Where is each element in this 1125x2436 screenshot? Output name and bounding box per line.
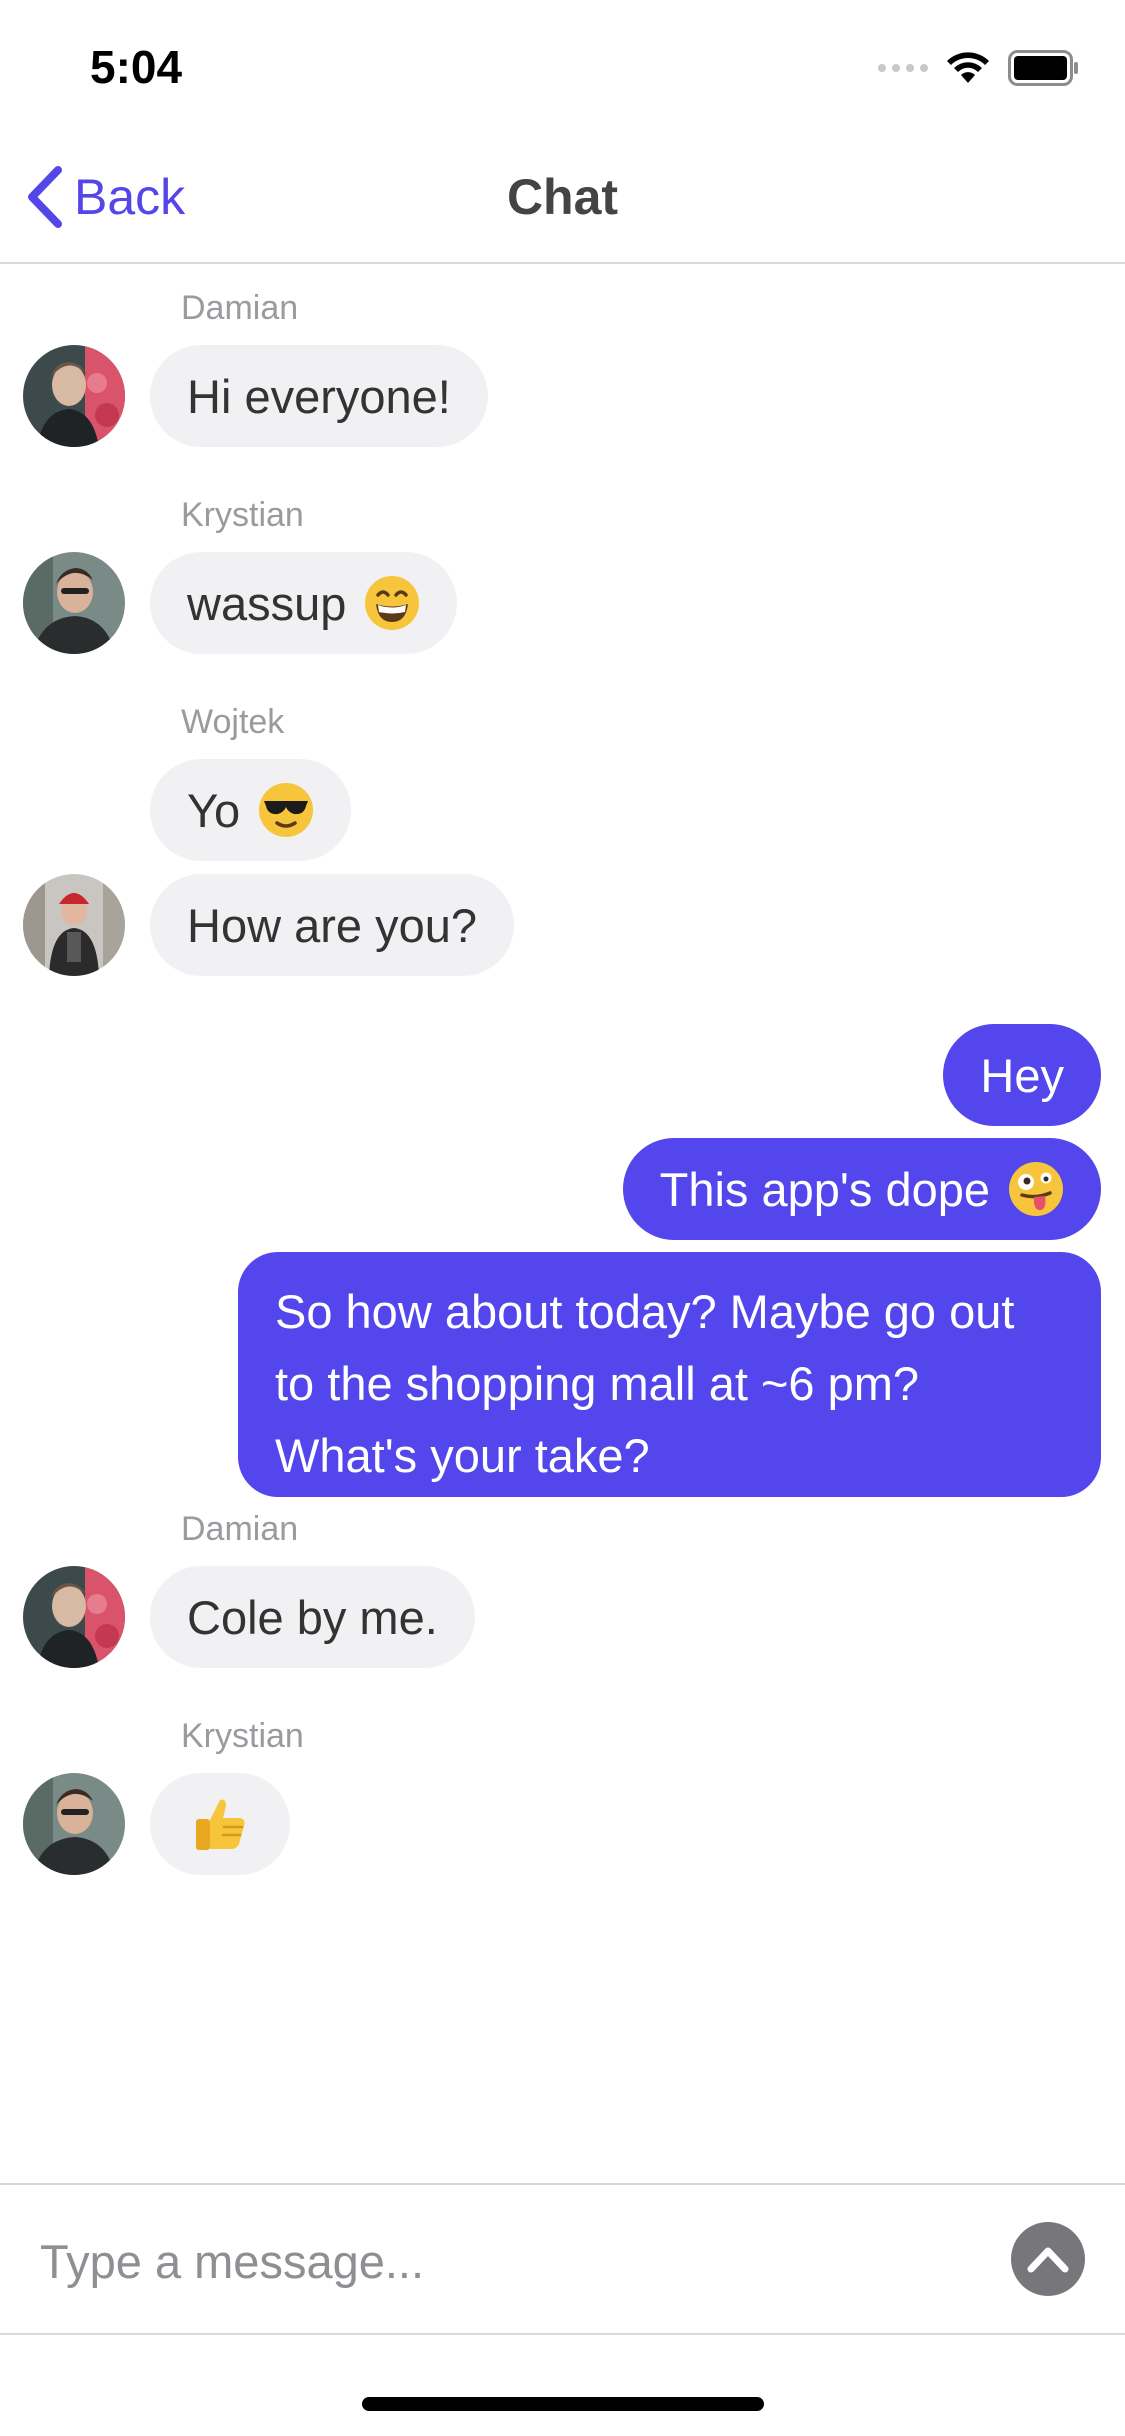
message-bubble-outgoing[interactable]: Hey bbox=[943, 1024, 1101, 1126]
message-text: Yo bbox=[187, 783, 241, 837]
message-text: Hi everyone! bbox=[187, 369, 451, 423]
message-text: How are you? bbox=[187, 898, 477, 952]
home-indicator bbox=[362, 2397, 764, 2411]
sender-name: Krystian bbox=[181, 496, 304, 534]
message-input[interactable] bbox=[38, 2215, 942, 2307]
battery-icon bbox=[1008, 50, 1078, 86]
sunglasses-face-icon bbox=[259, 783, 314, 837]
navigation-bar: Back Chat bbox=[0, 130, 1125, 264]
avatar[interactable] bbox=[23, 345, 125, 447]
send-button[interactable] bbox=[1011, 2222, 1085, 2296]
chevron-up-icon bbox=[1027, 2247, 1069, 2273]
cellular-signal-icon bbox=[878, 64, 928, 72]
wifi-icon bbox=[947, 52, 989, 83]
message-text: wassup bbox=[187, 576, 347, 630]
zany-face-icon bbox=[1009, 1162, 1063, 1216]
message-text: So how about today? Maybe go out to the … bbox=[275, 1285, 1015, 1482]
message-bubble[interactable]: Hi everyone! bbox=[150, 345, 488, 447]
message-text: Cole by me. bbox=[187, 1590, 438, 1644]
status-time: 5:04 bbox=[90, 41, 183, 93]
message-bubble-outgoing[interactable]: This app's dope bbox=[622, 1138, 1101, 1240]
message-bubble[interactable]: Yo bbox=[150, 759, 352, 861]
message-text: Hey bbox=[980, 1048, 1064, 1102]
sender-name: Wojtek bbox=[181, 703, 285, 741]
message-bubble[interactable]: Cole by me. bbox=[150, 1566, 475, 1668]
avatar[interactable] bbox=[23, 552, 125, 654]
message-bubble[interactable]: wassup bbox=[150, 552, 458, 654]
grinning-face-icon bbox=[365, 576, 420, 630]
avatar[interactable] bbox=[23, 1773, 125, 1875]
thumbs-up-icon bbox=[196, 1799, 245, 1850]
message-bubble[interactable] bbox=[150, 1773, 290, 1875]
sender-name: Krystian bbox=[181, 1717, 304, 1755]
message-bubble[interactable]: How are you? bbox=[150, 874, 514, 976]
sender-name: Damian bbox=[181, 289, 299, 327]
page-title: Chat bbox=[506, 169, 619, 225]
status-bar: 5:04 bbox=[0, 0, 1125, 130]
message-bubble-outgoing[interactable]: So how about today? Maybe go out to the … bbox=[238, 1252, 1101, 1497]
status-icons bbox=[878, 48, 1080, 88]
sender-name: Damian bbox=[181, 1510, 299, 1548]
avatar[interactable] bbox=[23, 1566, 125, 1668]
avatar[interactable] bbox=[23, 874, 125, 976]
message-composer bbox=[0, 2183, 1125, 2335]
message-text: This app's dope bbox=[659, 1162, 990, 1216]
message-list[interactable]: Damian Hi everyone! Krystian wassup Wojt… bbox=[0, 264, 1125, 2184]
